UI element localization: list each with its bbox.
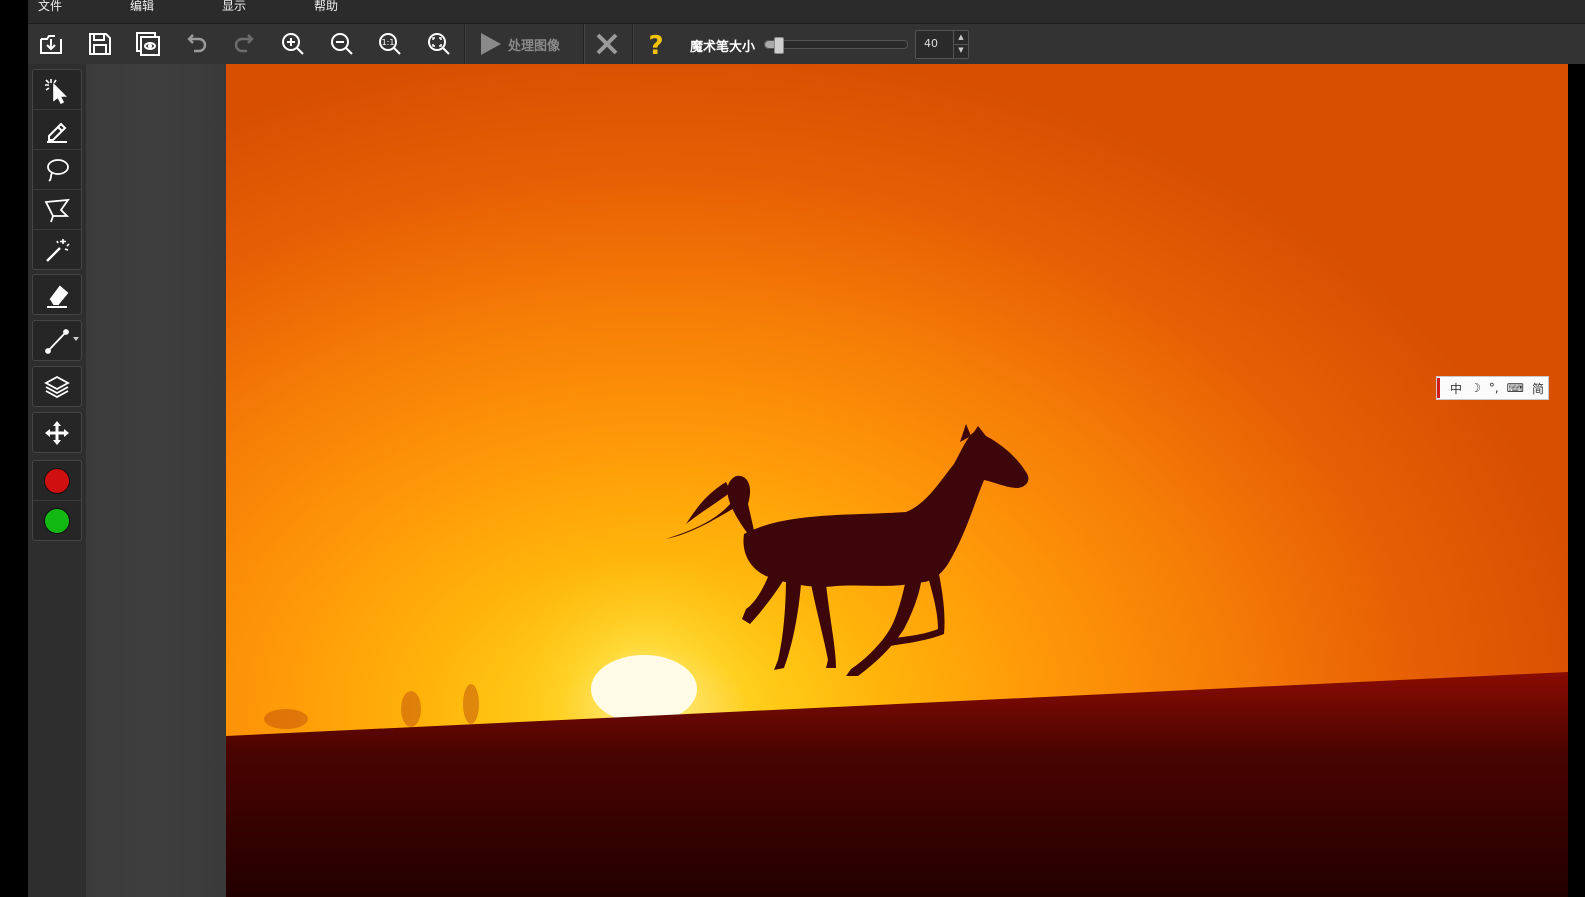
smart-select-icon	[45, 78, 67, 104]
undo-icon	[187, 34, 207, 53]
redo-button[interactable]	[228, 28, 262, 60]
line-tool-group	[32, 320, 82, 361]
process-image-label: 处理图像	[508, 38, 561, 54]
ime-punctuation-toggle[interactable]: °,	[1489, 381, 1499, 395]
lasso-icon	[47, 158, 69, 182]
play-icon	[481, 33, 501, 55]
sun	[591, 655, 697, 723]
window-edge	[1568, 64, 1585, 897]
toolbar: 1:1 处理图像 ? 魔术笔大小 40 ▲ ▼	[28, 24, 1585, 65]
image-canvas[interactable]	[226, 64, 1568, 897]
save-button[interactable]	[83, 28, 117, 60]
svg-text:?: ?	[648, 31, 663, 58]
open-file-icon	[40, 35, 62, 54]
zoom-in-button[interactable]	[276, 28, 310, 60]
toolbar-separator	[583, 24, 584, 64]
fit-screen-button[interactable]	[422, 28, 456, 60]
polygon-lasso-icon	[44, 198, 70, 222]
hill-silhouette	[226, 672, 1568, 897]
fit-screen-icon	[428, 33, 450, 55]
zoom-out-icon	[331, 33, 353, 55]
cancel-button[interactable]	[590, 28, 624, 60]
selection-tools-group	[32, 69, 82, 270]
toolbar-separator	[464, 24, 465, 64]
green-color-dot	[44, 507, 70, 534]
sunset-horse-image	[226, 424, 1568, 897]
background-color-swatch[interactable]	[33, 501, 81, 540]
ime-mode-toggle[interactable]: 中	[1450, 380, 1462, 397]
layers-tool[interactable]	[33, 367, 81, 406]
line-tool-icon	[45, 328, 69, 354]
layers-tool-group	[32, 366, 82, 407]
marker-pen-icon	[47, 122, 67, 143]
menu-view[interactable]: 显示	[212, 0, 246, 13]
layers-icon	[44, 375, 70, 398]
magic-wand-icon	[46, 238, 70, 262]
preview-button[interactable]	[131, 28, 165, 60]
zoom-in-icon	[282, 33, 304, 55]
move-icon	[45, 420, 69, 445]
redo-icon	[234, 34, 254, 53]
move-tool-group	[32, 412, 82, 453]
polygon-lasso-tool[interactable]	[33, 190, 81, 230]
undo-button[interactable]	[179, 28, 213, 60]
marker-pen-tool[interactable]	[33, 110, 81, 150]
spin-up-button[interactable]: ▲	[954, 31, 968, 45]
brush-size-slider[interactable]	[764, 37, 908, 54]
eraser-tool[interactable]	[33, 275, 81, 314]
preview-icon	[136, 32, 160, 56]
ime-toolbar: 中 ☽ °, ⌨ 简	[1436, 376, 1549, 400]
menu-edit[interactable]: 编辑	[120, 0, 154, 13]
red-color-dot	[44, 467, 70, 494]
lasso-tool[interactable]	[33, 150, 81, 190]
help-icon: ?	[648, 31, 663, 58]
foreground-color-swatch[interactable]	[33, 461, 81, 501]
ime-script-toggle[interactable]: 简	[1532, 380, 1544, 397]
menu-help[interactable]: 帮助	[304, 0, 338, 13]
color-group	[32, 460, 82, 541]
svg-text:1:1: 1:1	[382, 38, 395, 47]
menu-bar: 文件 编辑 显示 帮助	[28, 0, 1585, 24]
save-icon	[89, 33, 111, 55]
zoom-out-button[interactable]	[325, 28, 359, 60]
brush-size-slider-thumb[interactable]	[774, 37, 784, 54]
keyboard-icon[interactable]: ⌨	[1507, 381, 1524, 395]
spin-down-button[interactable]: ▼	[954, 44, 968, 57]
eraser-tool-group	[32, 274, 82, 315]
brush-size-value: 40	[924, 37, 938, 50]
moon-icon[interactable]: ☽	[1470, 381, 1481, 395]
side-panel	[86, 64, 226, 897]
help-button[interactable]: ?	[639, 28, 673, 60]
actual-size-button[interactable]: 1:1	[373, 28, 407, 60]
eraser-icon	[47, 285, 69, 308]
brush-size-spinbox[interactable]: 40 ▲ ▼	[915, 30, 969, 59]
spin-arrows: ▲ ▼	[953, 31, 968, 58]
distant-bushes	[264, 684, 479, 729]
menu-file[interactable]: 文件	[28, 0, 62, 13]
process-image-button[interactable]: 处理图像	[476, 28, 568, 60]
brush-size-label: 魔术笔大小	[690, 40, 756, 55]
line-tool[interactable]	[33, 321, 81, 360]
toolbar-separator	[632, 24, 633, 64]
close-icon	[596, 33, 618, 55]
open-file-button[interactable]	[34, 28, 68, 60]
chevron-down-icon[interactable]	[73, 337, 79, 341]
actual-size-icon: 1:1	[379, 33, 401, 55]
smart-select-tool[interactable]	[33, 70, 81, 110]
move-tool[interactable]	[33, 413, 81, 452]
magic-wand-tool[interactable]	[33, 230, 81, 269]
ime-handle[interactable]	[1437, 378, 1441, 398]
tool-panel	[28, 64, 86, 897]
